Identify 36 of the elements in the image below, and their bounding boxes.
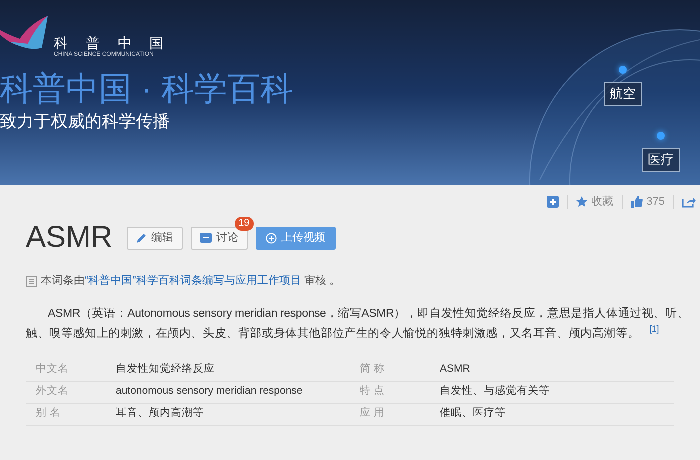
- project-link[interactable]: “科普中国”科学百科词条编写与应用工作项目: [85, 275, 302, 287]
- info-label: 外文名: [36, 384, 70, 400]
- pencil-icon: [136, 232, 147, 244]
- info-value: autonomous sensory meridian response: [116, 384, 303, 400]
- category-tag[interactable]: 医疗: [642, 148, 680, 172]
- logo-name: 科 普 中 国: [54, 36, 171, 50]
- edit-button[interactable]: 编辑: [126, 226, 183, 250]
- map-pin-icon: [619, 66, 627, 74]
- chat-icon: [200, 233, 212, 243]
- count-badge: 19: [234, 216, 254, 230]
- info-label: 特 点: [360, 384, 386, 400]
- summary-paragraph: ASMR（英语：Autonomous sensory meridian response，缩写ASMR），即自发性知觉经络反应，意思是指人体通过视、听、触、嗅等感知上的刺激，在颅内、头皮、背部或身体其他部位产生的令人愉悦的独特刺激感，又名耳音、颅内高潮等。 $^{[1]}$: [26, 306, 690, 342]
- banner-title: 科普中国 · 科学百科: [0, 72, 294, 105]
- document-icon: [26, 276, 37, 287]
- info-label: 应 用: [360, 406, 386, 422]
- footnote-link[interactable]: [1]: [650, 324, 660, 334]
- map-pin-icon: [657, 132, 665, 140]
- info-value: 耳音、颅内高潮等: [116, 406, 204, 422]
- info-label: 中文名: [36, 362, 70, 378]
- like-count: 375: [646, 194, 665, 210]
- banner-subtitle: 致力于权威的科学传播: [0, 113, 171, 130]
- discuss-button[interactable]: 讨论: [190, 226, 248, 250]
- info-value: 催眠、医疗等: [440, 406, 506, 422]
- entry-title: ASMR: [26, 223, 113, 253]
- plus-circle-icon: [266, 232, 277, 244]
- info-label: 别 名: [36, 406, 62, 422]
- add-icon[interactable]: [546, 196, 559, 208]
- category-tag[interactable]: 航空: [604, 82, 642, 106]
- info-label: 简 称: [360, 362, 386, 378]
- share-icon[interactable]: [682, 196, 696, 208]
- info-value: 自发性知觉经络反应: [116, 362, 215, 378]
- thumbs-up-icon[interactable]: [630, 196, 643, 208]
- info-value: ASMR: [440, 362, 470, 378]
- info-value: 自发性、与感觉有关等: [440, 384, 550, 400]
- star-icon[interactable]: [576, 196, 588, 208]
- review-note: 本词条由“科普中国”科学百科词条编写与应用工作项目 审核 。: [41, 274, 340, 289]
